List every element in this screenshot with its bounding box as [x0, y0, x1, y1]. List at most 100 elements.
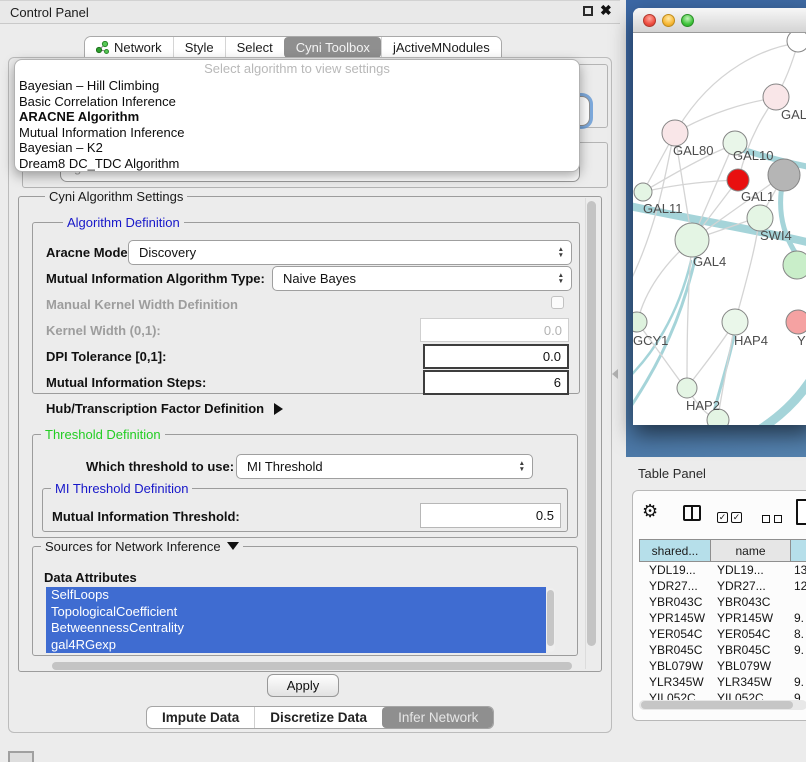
node-label-gal11: GAL11: [643, 201, 683, 216]
manual-kernel-label: Manual Kernel Width Definition: [46, 297, 238, 312]
network-node-gal11[interactable]: [634, 183, 652, 201]
manual-kernel-checkbox[interactable]: [551, 296, 564, 309]
network-node-y[interactable]: [786, 310, 806, 334]
tab-label: Cyni Toolbox: [296, 37, 370, 58]
network-node[interactable]: [787, 33, 806, 52]
control-panel-titlebar: Control Panel: [0, 0, 620, 24]
column-layout-icon[interactable]: [683, 505, 701, 521]
mi-threshold-value: 0.5: [536, 508, 554, 523]
settings-horizontal-scrollbar[interactable]: [50, 661, 578, 671]
bottom-tab-impute-data[interactable]: Impute Data: [147, 707, 254, 728]
bottom-tab-discretize-data[interactable]: Discretize Data: [254, 707, 382, 728]
deselect-checkboxes-icon[interactable]: [762, 510, 786, 528]
network-node[interactable]: [768, 159, 800, 191]
settings-vertical-scrollbar[interactable]: [585, 198, 597, 669]
aracne-mode-combobox[interactable]: Discovery ▲▼: [128, 240, 572, 265]
table-cell: YDL19...: [639, 562, 711, 578]
attribute-item-gal4rgexp[interactable]: gal4RGexp: [46, 637, 546, 654]
which-threshold-combobox[interactable]: MI Threshold ▲▼: [236, 454, 533, 479]
which-threshold-label: Which threshold to use:: [86, 459, 234, 474]
network-node-hap4[interactable]: [722, 309, 748, 335]
document-icon[interactable]: [796, 499, 806, 525]
desktop-background: GALGAL80GAL10GAL1GAL11GAL4SWI4GCY1HAP4YH…: [626, 0, 806, 457]
algorithm-option-mutual-information-inference[interactable]: Mutual Information Inference: [15, 125, 579, 141]
data-attributes-label: Data Attributes: [44, 570, 137, 585]
select-all-checkboxes-icon[interactable]: ✓✓: [717, 507, 745, 525]
network-node-swi4[interactable]: [783, 251, 806, 279]
attributes-list-scrollbar[interactable]: [546, 588, 555, 652]
network-view[interactable]: GALGAL80GAL10GAL1GAL11GAL4SWI4GCY1HAP4YH…: [633, 33, 806, 425]
sources-title-wrap[interactable]: Sources for Network Inference: [41, 539, 243, 554]
tab-network[interactable]: Network: [85, 37, 173, 58]
tab-jactivemnodules[interactable]: jActiveMNodules: [381, 37, 501, 58]
mi-threshold-field[interactable]: 0.5: [420, 503, 561, 528]
hub-definition-expander[interactable]: Hub/Transcription Factor Definition: [46, 401, 283, 416]
dpi-tolerance-field[interactable]: 0.0: [423, 344, 569, 369]
apply-button[interactable]: Apply: [267, 674, 339, 697]
algorithm-option-aracne-algorithm[interactable]: ARACNE Algorithm: [15, 109, 579, 125]
mi-type-combobox[interactable]: Naive Bayes ▲▼: [272, 266, 572, 291]
table-row[interactable]: YER054CYER054C8.: [639, 626, 806, 642]
attribute-item-topologicalcoefficient[interactable]: TopologicalCoefficient: [46, 604, 546, 621]
close-traffic-light-icon[interactable]: [643, 14, 656, 27]
mi-steps-value: 6: [554, 375, 561, 390]
table-cell: [791, 594, 806, 610]
screen: Control Panel ✖ NetworkStyleSelect Cyni T…: [0, 0, 806, 762]
cyni-settings-title: Cyni Algorithm Settings: [45, 189, 187, 204]
table-row[interactable]: YBR043CYBR043C: [639, 594, 806, 610]
table-row[interactable]: YLR345WYLR345W9.: [639, 674, 806, 690]
node-label-swi4: SWI4: [760, 228, 792, 243]
float-window-icon[interactable]: [583, 6, 593, 16]
attribute-item-betweennesscentrality[interactable]: BetweennessCentrality: [46, 620, 546, 637]
data-attributes-list[interactable]: SelfLoopsTopologicalCoefficientBetweenne…: [46, 587, 546, 653]
mi-steps-field[interactable]: 6: [423, 370, 569, 395]
algorithm-option-bayesian-hill-climbing[interactable]: Bayesian – Hill Climbing: [15, 78, 579, 94]
control-panel-tabs: NetworkStyleSelect Cyni Toolbox jActiveMNo…: [84, 36, 502, 58]
close-icon[interactable]: ✖: [600, 2, 612, 19]
table-row[interactable]: YBR045CYBR045C9.: [639, 642, 806, 658]
algorithm-option-basic-correlation-inference[interactable]: Basic Correlation Inference: [15, 94, 579, 110]
table-cell: YER054C: [639, 626, 711, 642]
network-window: GALGAL80GAL10GAL1GAL11GAL4SWI4GCY1HAP4YH…: [633, 8, 806, 425]
network-window-titlebar[interactable]: [633, 8, 806, 33]
dpi-tolerance-label: DPI Tolerance [0,1]:: [46, 349, 166, 364]
bottom-tab-infer-network[interactable]: Infer Network: [382, 707, 493, 728]
algorithm-option-dream8-dc-tdc-algorithm[interactable]: Dream8 DC_TDC Algorithm: [15, 156, 579, 172]
column-header-shared[interactable]: shared...: [639, 539, 711, 562]
column-header-name[interactable]: name: [711, 539, 791, 562]
table-cell: YIL052C: [711, 690, 791, 700]
tab-select[interactable]: Select: [225, 37, 284, 58]
table-cell: YBL079W: [711, 658, 791, 674]
zoom-traffic-light-icon[interactable]: [681, 14, 694, 27]
table-row[interactable]: YPR145WYPR145W9.: [639, 610, 806, 626]
table-row[interactable]: YDL19...YDL19...13: [639, 562, 806, 578]
table-cell: YDR27...: [639, 578, 711, 594]
sources-title: Sources for Network Inference: [45, 539, 221, 554]
network-node-gal4[interactable]: [675, 223, 709, 257]
table-cell: YDR27...: [711, 578, 791, 594]
table-row[interactable]: YBL079WYBL079W: [639, 658, 806, 674]
collapse-arrow-icon: [227, 542, 239, 550]
kernel-width-field[interactable]: 0.0: [420, 318, 569, 342]
table-cell: 9.: [791, 642, 806, 658]
table-row[interactable]: YIL052CYIL052C9.: [639, 690, 806, 700]
tab-cyni-toolbox[interactable]: Cyni Toolbox: [284, 37, 381, 58]
split-pane-arrow-icon[interactable]: [612, 369, 618, 379]
table-cell: YLR345W: [711, 674, 791, 690]
minimize-traffic-light-icon[interactable]: [662, 14, 675, 27]
network-node-hap2[interactable]: [677, 378, 697, 398]
table-row[interactable]: YDR27...YDR27...12: [639, 578, 806, 594]
table-horizontal-scrollbar[interactable]: [639, 700, 806, 710]
tab-style[interactable]: Style: [173, 37, 225, 58]
network-node[interactable]: [727, 169, 749, 191]
attribute-item-selfloops[interactable]: SelfLoops: [46, 587, 546, 604]
table-cell: 8.: [791, 626, 806, 642]
minimized-panel-chip[interactable]: [8, 751, 34, 762]
gear-icon[interactable]: ⚙: [642, 501, 658, 522]
network-node-gcy1[interactable]: [633, 312, 647, 332]
table-cell: YLR345W: [639, 674, 711, 690]
combo-spinner-icon: ▲▼: [512, 461, 532, 472]
algorithm-option-bayesian-k2[interactable]: Bayesian – K2: [15, 140, 579, 156]
aracne-mode-label: Aracne Mode:: [46, 245, 132, 260]
column-header-a[interactable]: A: [791, 539, 806, 562]
